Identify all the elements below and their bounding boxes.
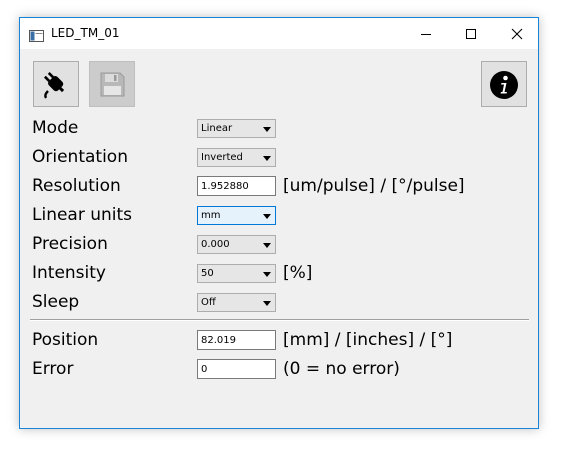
close-button[interactable] [494,18,540,49]
mode-value: Linear [201,123,233,134]
plug-icon [43,71,65,99]
sleep-label: Sleep [32,292,80,312]
precision-label: Precision [32,234,108,254]
position-label: Position [32,330,99,350]
orientation-value: Inverted [201,152,243,163]
position-unit: [mm] / [inches] / [°] [283,330,453,350]
save-button[interactable] [89,61,135,107]
error-unit: (0 = no error) [283,359,400,379]
orientation-label: Orientation [32,147,128,167]
position-input[interactable] [197,330,276,350]
title-bar[interactable]: LED_TM_01 [20,18,538,49]
intensity-label: Intensity [32,263,106,283]
chevron-down-icon [263,127,271,132]
connect-button[interactable] [33,61,79,107]
precision-value: 0.000 [201,239,230,250]
floppy-disk-icon [100,72,125,97]
maximize-icon [466,29,476,39]
resolution-label: Resolution [32,176,121,196]
resolution-unit: [um/pulse] / [°/pulse] [283,176,465,196]
section-divider [30,319,529,321]
linear-units-value: mm [201,210,221,221]
precision-select[interactable]: 0.000 [197,235,276,254]
app-window-icon [29,27,44,42]
orientation-select[interactable]: Inverted [197,148,276,167]
info-icon [490,71,518,99]
mode-select[interactable]: Linear [197,119,276,138]
chevron-down-icon [263,301,271,306]
sleep-select[interactable]: Off [197,293,276,312]
linear-units-select[interactable]: mm [197,206,276,225]
chevron-down-icon [263,214,271,219]
minimize-button[interactable] [403,18,449,49]
minimize-icon [421,34,431,35]
sleep-value: Off [201,297,216,308]
close-icon [511,28,523,40]
intensity-select[interactable]: 50 [197,264,276,283]
intensity-value: 50 [201,268,214,279]
chevron-down-icon [263,272,271,277]
maximize-button[interactable] [448,18,494,49]
window-title: LED_TM_01 [51,26,120,40]
error-label: Error [32,359,74,379]
chevron-down-icon [263,156,271,161]
info-button[interactable] [481,61,527,107]
intensity-unit: [%] [283,263,313,283]
chevron-down-icon [263,243,271,248]
error-input[interactable] [197,359,276,379]
main-window: LED_TM_01 Mode Linear Orientation Invert… [19,17,539,429]
resolution-input[interactable] [197,176,276,196]
linear-units-label: Linear units [32,205,133,225]
mode-label: Mode [32,118,79,138]
